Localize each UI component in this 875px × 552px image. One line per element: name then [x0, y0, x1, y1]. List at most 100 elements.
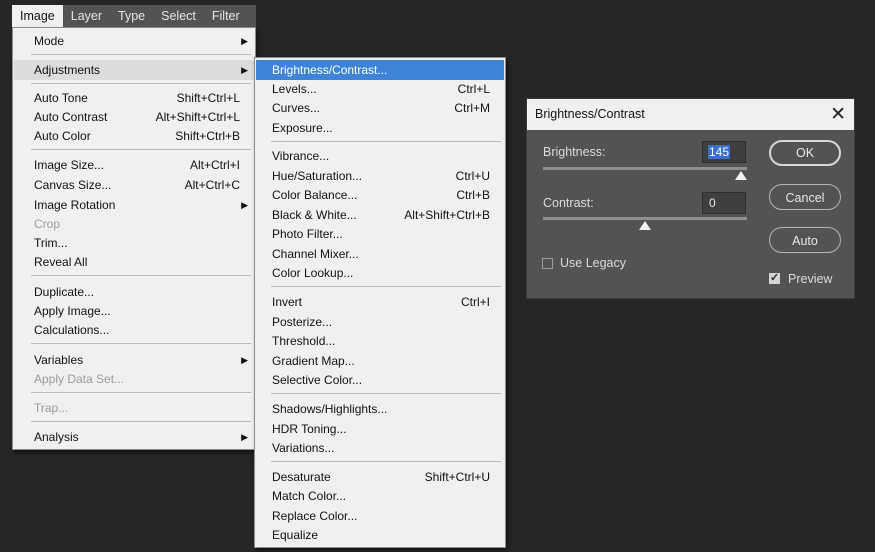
use-legacy-checkbox[interactable] — [542, 258, 553, 269]
menu-item-label: Replace Color... — [272, 509, 358, 523]
menu-item-image-rotation[interactable]: Image Rotation ▶ — [14, 195, 254, 215]
menu-item-label: Shadows/Highlights... — [272, 402, 388, 416]
menu-item-apply-data-set: Apply Data Set... — [14, 369, 254, 389]
menu-filter[interactable]: Filter — [204, 5, 248, 27]
brightness-slider-thumb[interactable] — [734, 171, 747, 180]
menu-item-vibrance[interactable]: Vibrance... — [256, 146, 504, 166]
menu-item-match-color[interactable]: Match Color... — [256, 486, 504, 506]
menu-item-threshold[interactable]: Threshold... — [256, 331, 504, 351]
menu-select[interactable]: Select — [153, 5, 204, 27]
menu-item-label: Equalize — [272, 528, 319, 542]
menu-item-exposure[interactable]: Exposure... — [256, 118, 504, 138]
menu-item-gradient-map[interactable]: Gradient Map... — [256, 351, 504, 371]
menu-separator — [31, 54, 251, 55]
shortcut-label: Shift+Ctrl+L — [176, 91, 240, 105]
menu-item-auto-contrast[interactable]: Auto Contrast Alt+Shift+Ctrl+L — [14, 107, 254, 127]
menu-item-replace-color[interactable]: Replace Color... — [256, 506, 504, 526]
menu-type[interactable]: Type — [110, 5, 153, 27]
menu-item-selective-color[interactable]: Selective Color... — [256, 370, 504, 390]
menu-item-apply-image[interactable]: Apply Image... — [14, 301, 254, 321]
menu-item-label: Analysis — [34, 430, 79, 444]
shortcut-label: Alt+Ctrl+I — [189, 158, 240, 172]
shortcut-label: Ctrl+U — [455, 169, 490, 183]
menu-item-channel-mixer[interactable]: Channel Mixer... — [256, 244, 504, 264]
menu-item-invert[interactable]: Invert Ctrl+I — [256, 292, 504, 312]
menu-item-adjustments[interactable]: Adjustments ▶ — [14, 60, 254, 80]
menu-item-label: Auto Color — [34, 129, 91, 143]
menu-separator — [31, 275, 251, 276]
submenu-arrow-icon: ▶ — [241, 355, 248, 365]
menu-separator — [31, 421, 251, 422]
shortcut-label: Alt+Shift+Ctrl+L — [155, 110, 240, 124]
use-legacy-label: Use Legacy — [560, 256, 627, 270]
menu-item-label: Brightness/Contrast... — [272, 63, 388, 77]
menu-layer[interactable]: Layer — [63, 5, 110, 27]
preview-label: Preview — [788, 272, 833, 286]
menu-item-analysis[interactable]: Analysis ▶ — [14, 427, 254, 447]
cancel-button[interactable]: Cancel — [769, 184, 841, 210]
shortcut-label: Ctrl+I — [460, 295, 490, 309]
menu-item-posterize[interactable]: Posterize... — [256, 312, 504, 332]
image-menu: Mode ▶ Adjustments ▶ Auto Tone Shift+Ctrl+L… — [12, 27, 256, 450]
dialog-title: Brightness/Contrast — [535, 107, 645, 121]
menu-item-variables[interactable]: Variables ▶ — [14, 350, 254, 370]
menu-item-label: Image Rotation — [34, 198, 116, 212]
auto-button[interactable]: Auto — [769, 227, 841, 253]
shortcut-label: Ctrl+M — [454, 101, 490, 115]
menu-item-color-balance[interactable]: Color Balance... Ctrl+B — [256, 185, 504, 205]
menu-item-label: Image Size... — [34, 158, 105, 172]
menu-item-duplicate[interactable]: Duplicate... — [14, 282, 254, 302]
menu-separator — [271, 286, 501, 287]
menu-item-calculations[interactable]: Calculations... — [14, 320, 254, 340]
shortcut-label: Shift+Ctrl+B — [175, 129, 240, 143]
menu-separator — [31, 343, 251, 344]
menu-image[interactable]: Image — [12, 5, 63, 27]
menu-item-photo-filter[interactable]: Photo Filter... — [256, 224, 504, 244]
menu-item-variations[interactable]: Variations... — [256, 438, 504, 458]
menu-item-mode[interactable]: Mode ▶ — [14, 31, 254, 51]
brightness-contrast-dialog: Brightness/Contrast ✕ Brightness: 145 Co… — [526, 98, 855, 299]
menu-item-auto-tone[interactable]: Auto Tone Shift+Ctrl+L — [14, 88, 254, 108]
menu-item-color-lookup[interactable]: Color Lookup... — [256, 263, 504, 283]
menu-item-label: Channel Mixer... — [272, 247, 359, 261]
menu-item-hdr-toning[interactable]: HDR Toning... — [256, 419, 504, 439]
menu-item-label: Match Color... — [272, 489, 347, 503]
menu-bar: Image Layer Type Select Filter — [12, 5, 256, 27]
menu-item-levels[interactable]: Levels... Ctrl+L — [256, 79, 504, 99]
contrast-slider-track[interactable] — [543, 217, 747, 220]
adjustments-submenu: Brightness/Contrast... Levels... Ctrl+L C… — [254, 57, 506, 548]
menu-item-desaturate[interactable]: Desaturate Shift+Ctrl+U — [256, 467, 504, 487]
menu-item-label: Trap... — [34, 401, 69, 415]
menu-item-hue-saturation[interactable]: Hue/Saturation... Ctrl+U — [256, 166, 504, 186]
menu-item-trim[interactable]: Trim... — [14, 233, 254, 253]
menu-item-reveal-all[interactable]: Reveal All — [14, 252, 254, 272]
contrast-slider-thumb[interactable] — [639, 221, 651, 230]
preview-checkbox[interactable] — [769, 271, 780, 284]
ok-button[interactable]: OK — [769, 140, 841, 166]
contrast-label: Contrast: — [543, 196, 594, 210]
contrast-input[interactable]: 0 — [702, 192, 746, 214]
menu-separator — [31, 83, 251, 84]
menu-item-image-size[interactable]: Image Size... Alt+Ctrl+I — [14, 155, 254, 175]
menu-item-curves[interactable]: Curves... Ctrl+M — [256, 98, 504, 118]
menu-item-black-white[interactable]: Black & White... Alt+Shift+Ctrl+B — [256, 205, 504, 225]
menu-item-label: Threshold... — [272, 334, 336, 348]
brightness-slider-track[interactable] — [543, 167, 747, 170]
menu-item-label: Photo Filter... — [272, 227, 343, 241]
menu-item-shadows-highlights[interactable]: Shadows/Highlights... — [256, 399, 504, 419]
menu-item-label: Posterize... — [272, 315, 333, 329]
menu-separator — [271, 461, 501, 462]
menu-item-canvas-size[interactable]: Canvas Size... Alt+Ctrl+C — [14, 175, 254, 195]
brightness-input[interactable]: 145 — [702, 141, 746, 163]
menu-item-brightness-contrast[interactable]: Brightness/Contrast... — [256, 60, 504, 80]
close-icon[interactable]: ✕ — [830, 103, 846, 126]
dialog-title-bar: Brightness/Contrast ✕ — [527, 99, 854, 130]
shortcut-label: Alt+Shift+Ctrl+B — [404, 208, 490, 222]
submenu-arrow-icon: ▶ — [241, 65, 248, 75]
contrast-value: 0 — [709, 196, 716, 210]
menu-item-equalize[interactable]: Equalize — [256, 525, 504, 545]
menu-item-label: Vibrance... — [272, 149, 330, 163]
menu-item-auto-color[interactable]: Auto Color Shift+Ctrl+B — [14, 126, 254, 146]
menu-item-label: Invert — [272, 295, 303, 309]
menu-item-label: Selective Color... — [272, 373, 363, 387]
